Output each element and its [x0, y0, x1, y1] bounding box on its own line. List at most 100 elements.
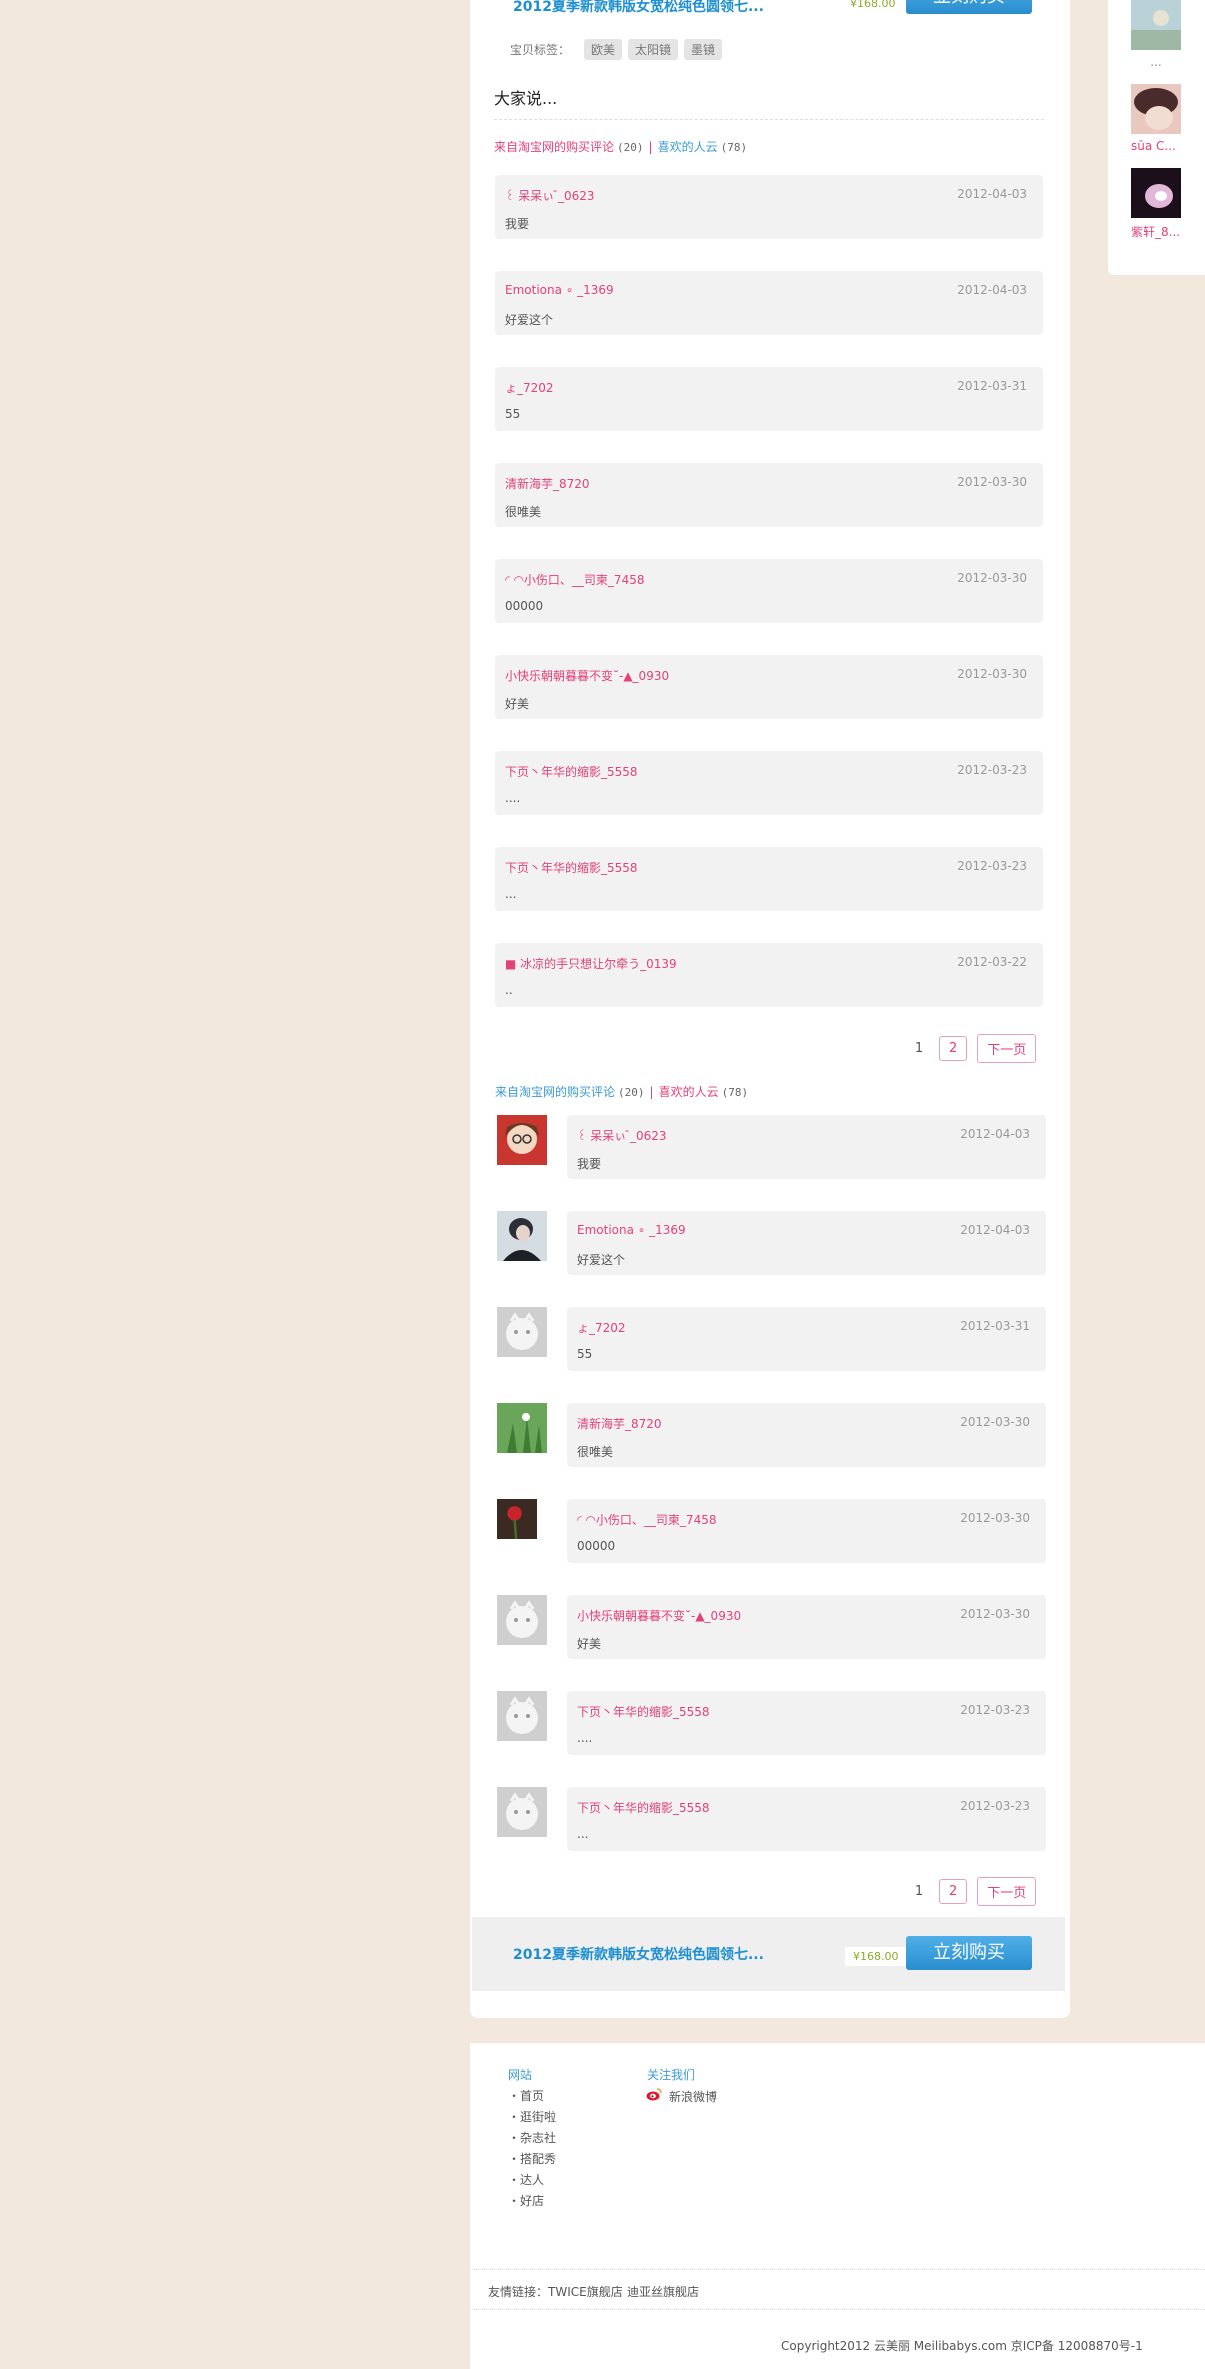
footer-link[interactable]: ・杂志社 [508, 2129, 556, 2146]
comment-author[interactable]: Emotiona ∘ _1369 [577, 1223, 686, 1237]
comment-card: Emotiona ∘ _1369 2012-04-03 好爱这个 [567, 1211, 1046, 1275]
comment-date: 2012-03-23 [960, 1703, 1030, 1717]
comment-author[interactable]: 小快乐朝朝暮暮不变˘-▲_0930 [577, 1607, 741, 1624]
comment-date: 2012-04-03 [960, 1127, 1030, 1141]
comment-card: ょ_7202 2012-03-31 55 [567, 1307, 1046, 1371]
page-2-button[interactable]: 2 [939, 1036, 968, 1061]
tab-reviews[interactable]: 来自淘宝网的购买评论 [494, 140, 614, 154]
comment-author[interactable]: ■ 冰凉的手只想让尔牵う_0139 [505, 955, 677, 972]
likes-count: (78) [720, 141, 748, 154]
comment-author[interactable]: ꒰ 呆呆ぃ ̄_0623 [505, 187, 595, 204]
buy-now-button-top[interactable]: 立刻购买 [906, 0, 1032, 14]
friend-links-label[interactable]: 友情链接：TWICE旗舰店 [488, 2283, 623, 2300]
comment-card: 下页丶年华的缩影_5558 2012-03-23... [495, 847, 1043, 911]
right-sidebar: ... sūa C... 紫轩_8... [1108, 0, 1205, 275]
user-avatar-icon[interactable] [1131, 168, 1181, 218]
tab-separator: | [648, 140, 653, 154]
comment-author[interactable]: ◜ ◠小伤口、__司柬_7458 [505, 571, 644, 588]
tag-item[interactable]: 太阳镜 [628, 38, 679, 60]
comment-card: 清新海芋_8720 2012-03-30 很唯美 [567, 1403, 1046, 1467]
buy-now-button[interactable]: 立刻购买 [906, 1936, 1032, 1970]
comment-author[interactable]: ◜ ◠小伤口、__司柬_7458 [577, 1511, 716, 1528]
footer-link[interactable]: ・好店 [508, 2192, 544, 2209]
comment-text: 很唯美 [505, 505, 542, 519]
comment-author[interactable]: ꒰ 呆呆ぃ ̄_0623 [577, 1127, 667, 1144]
default-avatar-icon[interactable] [497, 1595, 547, 1645]
weibo-link[interactable]: 新浪微博 [669, 2088, 717, 2105]
comment-author[interactable]: Emotiona ∘ _1369 [505, 283, 614, 297]
sidebar-user[interactable]: ... [1131, 0, 1196, 69]
user-avatar-icon[interactable] [1131, 0, 1181, 50]
comment-tabs: 来自淘宝网的购买评论 (20) | 喜欢的人云 (78) [494, 138, 747, 155]
reviews-count: (20) [617, 141, 644, 154]
comment-date: 2012-03-30 [957, 475, 1027, 489]
footer-link[interactable]: ・逛街啦 [508, 2108, 556, 2125]
friend-link[interactable]: 迪亚丝旗舰店 [627, 2283, 699, 2300]
divider [470, 2309, 1205, 2310]
comment-date: 2012-04-03 [960, 1223, 1030, 1237]
user-avatar-icon[interactable] [497, 1211, 547, 1261]
comment-date: 2012-04-03 [957, 187, 1027, 201]
comment-author[interactable]: 下页丶年华的缩影_5558 [505, 763, 638, 780]
footer-link[interactable]: ・达人 [508, 2171, 544, 2188]
tab-separator: | [649, 1085, 654, 1099]
user-avatar-icon[interactable] [497, 1115, 547, 1165]
sidebar-user-name[interactable]: ... [1131, 55, 1181, 69]
sidebar-user[interactable]: 紫轩_8... [1131, 168, 1196, 240]
comment-text: 好爱这个 [505, 313, 554, 327]
user-avatar-icon[interactable] [1131, 84, 1181, 134]
divider [470, 2269, 1205, 2270]
next-page-button[interactable]: 下一页 [977, 1877, 1037, 1906]
comment-tabs: 来自淘宝网的购买评论 (20) | 喜欢的人云 (78) [495, 1083, 748, 1100]
default-avatar-icon[interactable] [497, 1787, 547, 1837]
comment-text: 很唯美 [577, 1445, 614, 1459]
price-top: ¥168.00 [850, 0, 896, 10]
user-avatar-icon[interactable] [497, 1403, 547, 1453]
comment-author[interactable]: 下页丶年华的缩影_5558 [577, 1703, 710, 1720]
comment-text: 好爱这个 [577, 1253, 626, 1267]
comment-author[interactable]: 下页丶年华的缩影_5558 [577, 1799, 710, 1816]
comment-date: 2012-03-23 [957, 859, 1027, 873]
comment-author[interactable]: 清新海芋_8720 [577, 1415, 662, 1432]
page-2-button[interactable]: 2 [939, 1879, 968, 1904]
comment-card: 下页丶年华的缩影_5558 2012-03-23... [567, 1787, 1046, 1851]
weibo-icon[interactable] [646, 2087, 662, 2101]
comment-author[interactable]: ょ_7202 [505, 379, 554, 396]
comment-card: 小快乐朝朝暮暮不变˘-▲_0930 2012-03-30 好美 [495, 655, 1043, 719]
comment-card: 小快乐朝朝暮暮不变˘-▲_0930 2012-03-30 好美 [567, 1595, 1046, 1659]
next-page-button[interactable]: 下一页 [977, 1034, 1037, 1063]
comment-text: ... [505, 887, 517, 901]
footer-site-title: 网站 [508, 2068, 533, 2082]
product-title-top[interactable]: 2012夏季新款韩版女宽松纯色圆领七... [513, 0, 764, 16]
tags-label: 宝贝标签： [510, 42, 571, 57]
sidebar-user[interactable]: sūa C... [1131, 84, 1196, 153]
default-avatar-icon[interactable] [497, 1691, 547, 1741]
comment-author[interactable]: 小快乐朝朝暮暮不变˘-▲_0930 [505, 667, 669, 684]
comment-text: 好美 [505, 697, 530, 711]
page-current: 1 [914, 1884, 924, 1899]
product-title[interactable]: 2012夏季新款韩版女宽松纯色圆领七... [513, 1944, 764, 1964]
comment-author[interactable]: 下页丶年华的缩影_5558 [505, 859, 638, 876]
tag-item[interactable]: 墨镜 [684, 38, 723, 60]
comment-card: 下页丶年华的缩影_5558 2012-03-23.... [495, 751, 1043, 815]
user-avatar-icon[interactable] [497, 1499, 537, 1539]
comment-card: 清新海芋_8720 2012-03-30 很唯美 [495, 463, 1043, 527]
sidebar-user-name[interactable]: sūa C... [1131, 139, 1196, 153]
comment-author[interactable]: 清新海芋_8720 [505, 475, 590, 492]
comment-card: ꒰ 呆呆ぃ ̄_0623 2012-04-03 我要 [567, 1115, 1046, 1179]
copyright: Copyright2012 云美丽 Meilibabys.com 京ICP备 1… [781, 2339, 1143, 2353]
tab-likes[interactable]: 喜欢的人云 [658, 140, 718, 154]
tab-reviews[interactable]: 来自淘宝网的购买评论 [495, 1085, 615, 1099]
comment-date: 2012-03-30 [960, 1415, 1030, 1429]
comment-date: 2012-03-30 [960, 1607, 1030, 1621]
sidebar-user-name[interactable]: 紫轩_8... [1131, 223, 1196, 240]
footer-link[interactable]: ・搭配秀 [508, 2150, 556, 2167]
comment-author[interactable]: ょ_7202 [577, 1319, 626, 1336]
tab-likes[interactable]: 喜欢的人云 [659, 1085, 719, 1099]
comment-text: 我要 [577, 1157, 602, 1171]
tag-item[interactable]: 欧美 [584, 38, 623, 60]
comment-text: 好美 [577, 1637, 602, 1651]
default-avatar-icon[interactable] [497, 1307, 547, 1357]
comment-date: 2012-03-30 [960, 1511, 1030, 1525]
footer-link[interactable]: ・首页 [508, 2087, 544, 2104]
